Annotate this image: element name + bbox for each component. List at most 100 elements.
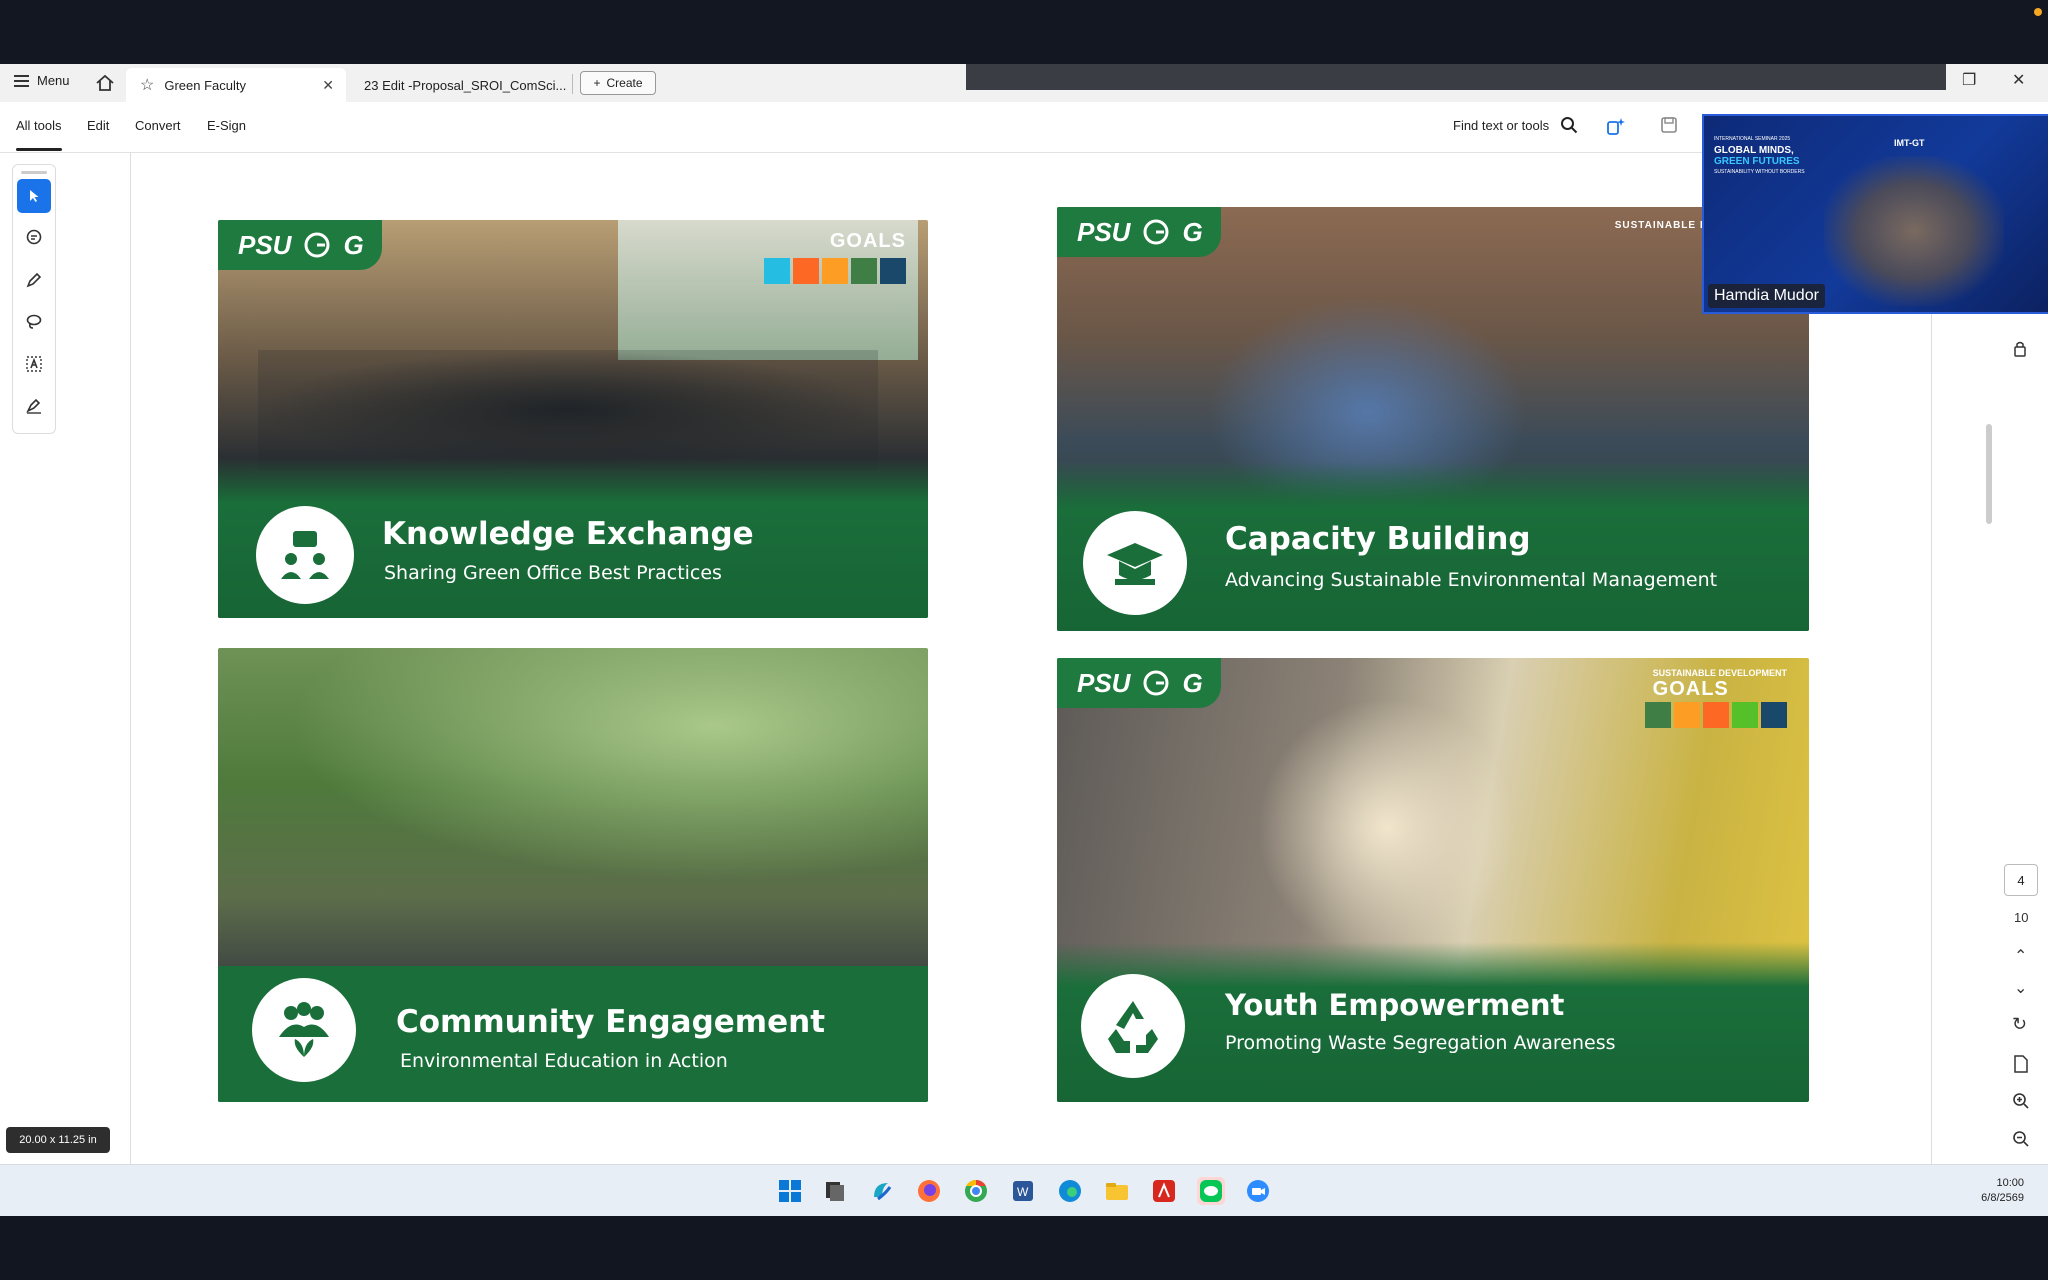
zoom-out-icon[interactable] — [2012, 1130, 2030, 1148]
find-tools-label[interactable]: Find text or tools — [1453, 118, 1549, 133]
ai-assistant-icon[interactable] — [1606, 116, 1628, 136]
next-page-icon[interactable]: ⌄ — [2014, 978, 2027, 998]
zoom-in-icon[interactable] — [2012, 1092, 2030, 1110]
create-label: Create — [606, 76, 643, 90]
sdg-goals-label: SUSTAINABLE DEVELOPMENT GOALS — [1653, 668, 1787, 701]
sdg-goals-text: GOALS — [1652, 678, 1729, 700]
rail-grip[interactable] — [21, 171, 47, 174]
panel-title: Community Engagement — [396, 1004, 826, 1040]
panel-title: Capacity Building — [1225, 521, 1531, 557]
recording-indicator — [2034, 8, 2042, 16]
highlight-tool[interactable] — [17, 263, 51, 297]
restore-window-icon[interactable]: ❐ — [1962, 70, 1976, 90]
task-view-icon[interactable] — [821, 1177, 849, 1205]
graduation-cap-icon — [1083, 511, 1187, 615]
psu-logo: PSU — [1077, 216, 1131, 247]
panel-title: Knowledge Exchange — [382, 516, 754, 552]
star-icon[interactable]: ☆ — [140, 75, 154, 95]
edge-icon[interactable] — [1056, 1177, 1084, 1205]
total-pages: 10 — [2014, 910, 2029, 925]
previous-page-icon[interactable]: ⌃ — [2014, 946, 2027, 966]
community-icon — [252, 978, 356, 1082]
sdg-icons-row — [1645, 702, 1787, 728]
bottom-black-bar — [0, 1216, 2048, 1280]
panel-subtitle: Promoting Waste Segregation Awareness — [1225, 1032, 1616, 1054]
sdg-goals-small: SUSTAINABLE DEVELOPMENT — [1652, 668, 1787, 678]
panel-youth-empowerment: PSU G SUSTAINABLE DEVELOPMENT GOALS Yout… — [1057, 658, 1809, 1102]
green-office-logo — [304, 232, 330, 258]
g-logo: G — [1182, 667, 1203, 698]
page-thumbnail-icon[interactable] — [2012, 1054, 2030, 1074]
svg-text:W: W — [1017, 1185, 1029, 1199]
copilot-icon[interactable] — [868, 1177, 896, 1205]
windows-start-icon[interactable] — [776, 1177, 804, 1205]
close-window-icon[interactable]: ✕ — [2012, 70, 2025, 90]
panel-knowledge-exchange: PSU G GOALS Knowledge Exchange Sharing G… — [218, 220, 928, 618]
toolbar-edit[interactable]: Edit — [87, 118, 109, 133]
close-tab-icon[interactable]: ✕ — [322, 77, 334, 94]
panel-community-engagement: Community Engagement Environmental Educa… — [218, 648, 928, 1102]
text-box-icon — [26, 356, 42, 372]
panel-subtitle: Advancing Sustainable Environmental Mana… — [1225, 569, 1718, 591]
participant-video — [1824, 156, 2004, 306]
panel-subtitle: Environmental Education in Action — [400, 1050, 728, 1072]
word-icon[interactable]: W — [1009, 1177, 1037, 1205]
system-clock[interactable]: 10:00 6/8/2569 — [1981, 1176, 2024, 1206]
sdg-goals-label: GOALS — [829, 230, 906, 252]
tab-divider — [572, 74, 573, 94]
create-button[interactable]: + Create — [580, 71, 656, 95]
tab-label: 23 Edit -Proposal_SROI_ComSci... — [364, 77, 567, 93]
plus-icon: + — [593, 76, 601, 90]
windows-taskbar: W 10:00 6/8/2569 — [0, 1164, 2048, 1217]
green-office-logo — [1143, 219, 1169, 245]
recycle-icon — [1081, 974, 1185, 1078]
tab-proposal[interactable]: 23 Edit -Proposal_SROI_ComSci... — [352, 68, 572, 102]
sign-tool[interactable] — [17, 389, 51, 423]
file-explorer-icon[interactable] — [1103, 1177, 1131, 1205]
select-tool[interactable] — [17, 179, 51, 213]
knowledge-exchange-icon — [256, 506, 354, 604]
home-icon[interactable] — [94, 72, 116, 94]
current-page-input[interactable]: 4 — [2004, 864, 2038, 896]
shared-screen-strip — [966, 64, 1946, 90]
g-logo: G — [343, 229, 364, 260]
text-recognition-tool[interactable] — [17, 347, 51, 381]
refresh-icon[interactable]: ↻ — [2012, 1014, 2027, 1035]
acrobat-icon[interactable] — [1150, 1177, 1178, 1205]
firefox-icon[interactable] — [915, 1177, 943, 1205]
chrome-icon[interactable] — [962, 1177, 990, 1205]
top-black-bar — [0, 0, 2048, 64]
psu-logo: PSU — [1077, 667, 1131, 698]
toolbar-esign[interactable]: E-Sign — [207, 118, 246, 133]
tab-bar: Menu ☆ Green Faculty ✕ 23 Edit -Proposal… — [0, 64, 2048, 103]
toolbar-all-tools[interactable]: All tools — [16, 118, 62, 151]
psu-logo-strip: PSU G — [1057, 658, 1221, 708]
comment-tool[interactable] — [17, 221, 51, 255]
save-icon[interactable] — [1660, 116, 1678, 134]
search-icon[interactable] — [1560, 116, 1578, 134]
signature-icon — [26, 398, 41, 414]
hamburger-icon — [14, 74, 29, 87]
panel-capacity-building: PSU G SUSTAINABLE DEVELOPMENT Capacity B… — [1057, 207, 1809, 631]
menu-button[interactable]: Menu — [14, 73, 70, 88]
seminar-small-label: INTERNATIONAL SEMINAR 2025 — [1714, 136, 1791, 142]
vertical-scrollbar[interactable] — [1986, 424, 1992, 524]
clock-time: 10:00 — [1996, 1177, 2024, 1189]
tab-green-faculty[interactable]: ☆ Green Faculty ✕ — [126, 68, 346, 102]
g-logo: G — [1182, 216, 1203, 247]
green-office-logo — [1143, 670, 1169, 696]
cursor-icon — [30, 190, 39, 202]
psu-logo-strip: PSU G — [218, 220, 382, 270]
toolbar-convert[interactable]: Convert — [135, 118, 181, 133]
video-call-overlay[interactable]: INTERNATIONAL SEMINAR 2025 GLOBAL MINDS,… — [1702, 114, 2048, 314]
sdg-icons-row — [764, 258, 906, 284]
panel-title: Youth Empowerment — [1225, 988, 1565, 1022]
line-app-icon[interactable] — [1197, 1177, 1225, 1205]
draw-tool[interactable] — [17, 305, 51, 339]
imt-gt-logo: IMT-GT — [1894, 138, 1925, 148]
psu-logo-strip: PSU G — [1057, 207, 1221, 257]
protect-icon[interactable] — [2012, 340, 2030, 358]
pen-icon — [26, 272, 42, 288]
zoom-app-icon[interactable] — [1244, 1177, 1272, 1205]
menu-label: Menu — [37, 73, 70, 88]
